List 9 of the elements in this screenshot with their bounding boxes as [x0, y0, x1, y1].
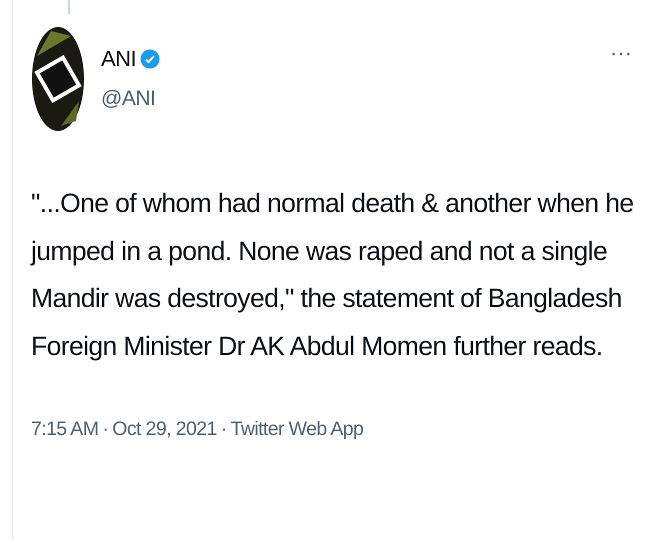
- tweet-text: "...One of whom had normal death & another when he jumped in a pond. None was raped and not a single Mandir was destroyed," the statement of Bangladesh Foreign Minister Dr AK Abdul Momen further reads.: [31, 187, 635, 362]
- tweet-date[interactable]: Oct 29, 2021: [112, 415, 217, 444]
- author-handle[interactable]: @ANI: [101, 83, 160, 114]
- tweet-time[interactable]: 7:15 AM: [31, 415, 98, 444]
- separator-dot: ·: [220, 417, 227, 442]
- more-button[interactable]: ···: [606, 42, 636, 64]
- tweet-source[interactable]: Twitter Web App: [230, 415, 364, 444]
- author-name[interactable]: ANI: [101, 42, 136, 75]
- separator-dot: ·: [102, 417, 108, 442]
